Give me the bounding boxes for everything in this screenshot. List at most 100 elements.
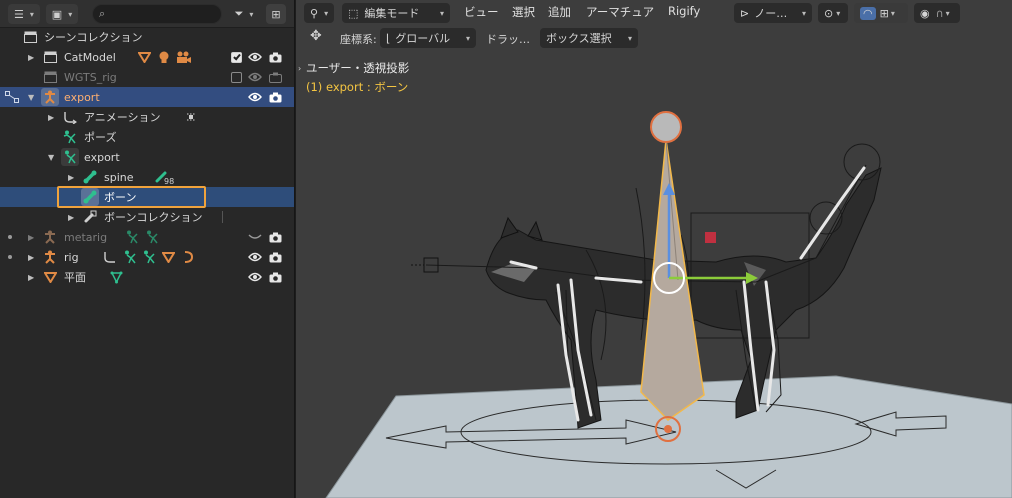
exclude-checkbox[interactable] <box>229 50 243 64</box>
bullet-dot <box>8 235 12 239</box>
menu-rigify[interactable]: Rigify <box>668 4 700 18</box>
render-camera-icon[interactable] <box>268 270 282 284</box>
tree-row-rig[interactable]: ▶ rig <box>0 247 294 267</box>
render-camera-icon[interactable] <box>268 70 282 84</box>
tool-settings-bar: ✥ 座標系: ⌊ グローバル ▾ ドラッ… ボックス選択 ▾ <box>296 26 1012 50</box>
render-camera-icon[interactable] <box>268 50 282 64</box>
render-camera-icon[interactable] <box>268 90 282 104</box>
render-camera-icon[interactable] <box>268 250 282 264</box>
nla-strip-icon <box>183 109 199 125</box>
move-gizmo-icon[interactable]: ✥ <box>310 28 322 44</box>
mesh-data-icon <box>108 269 124 285</box>
global-orientation-icon: ⌊ <box>386 31 391 45</box>
sidebar-toggle-icon[interactable]: › <box>298 64 301 73</box>
filter-scene-dropdown[interactable]: ▣ ▾ <box>46 4 78 24</box>
mode-dropdown[interactable]: ⬚ 編集モード ▾ <box>342 3 450 23</box>
armature-icon <box>41 88 59 106</box>
menu-add[interactable]: 追加 <box>548 4 571 20</box>
orientation-label: 座標系: <box>340 33 377 46</box>
tree-row-pose[interactable]: ポーズ <box>0 127 294 147</box>
active-object-label: (1) export : ボーン <box>306 80 409 94</box>
expand-arrow-icon[interactable]: ▶ <box>28 273 34 282</box>
new-collection-button[interactable]: ⊞ <box>266 4 286 24</box>
view-name-label: ユーザー・透視投影 <box>306 61 410 75</box>
collapse-arrow-icon[interactable]: ▼ <box>48 153 54 162</box>
tree-row-export-armature-data[interactable]: ▼ export <box>0 147 294 167</box>
filter-dropdown[interactable]: ⏷ ▾ <box>230 4 258 24</box>
mesh-triangle-icon <box>136 49 152 65</box>
render-camera-icon[interactable] <box>268 230 282 244</box>
armature-data-icon <box>144 229 160 245</box>
menu-select[interactable]: 選択 <box>512 4 535 20</box>
tree-row-wgts-rig[interactable]: WGTS_rig <box>0 67 294 87</box>
snap-dropdown[interactable]: ⊙ ▾ <box>818 3 848 23</box>
bone-collection-icon <box>82 209 98 225</box>
tree-row-bone-collections[interactable]: ▶ ボーンコレクション <box>0 207 294 227</box>
armature-icon <box>42 229 58 245</box>
collection-box-icon <box>42 49 58 65</box>
drag-action-dropdown[interactable]: ボックス選択 ▾ <box>540 28 638 48</box>
row-label: spine <box>104 170 134 184</box>
exclude-checkbox[interactable] <box>229 70 243 84</box>
expand-arrow-icon[interactable]: ▶ <box>28 253 34 262</box>
outliner-panel: ☰ ▾ ▣ ▾ ⌕ ⏷ ▾ ⊞ シーンコレクション ▶ CatModel WGT… <box>0 0 295 498</box>
mode-label: 編集モード <box>364 7 420 20</box>
menu-armature[interactable]: アーマチュア <box>586 4 654 20</box>
armature-data-icon <box>61 148 79 166</box>
eye-closed-icon[interactable] <box>248 230 262 244</box>
eye-icon[interactable] <box>248 270 262 284</box>
armature-data-icon <box>141 249 157 265</box>
animation-curve-icon <box>102 249 118 265</box>
pose-icon <box>62 129 78 145</box>
eye-icon[interactable] <box>248 90 262 104</box>
search-input[interactable]: ⌕ <box>92 4 222 24</box>
falloff-curve-icon[interactable]: ∩ <box>936 7 944 20</box>
bullet-dot <box>8 255 12 259</box>
edit-mode-icon: ⬚ <box>348 6 359 20</box>
grid-icon[interactable]: ⊞ <box>880 7 889 20</box>
viewport-header: ⚲ ▾ ⬚ 編集モード ▾ ビュー 選択 追加 アーマチュア Rigify ⊳ ノ… <box>296 0 1012 26</box>
proportional-edit-icon[interactable]: ◠ <box>860 6 876 20</box>
tree-row-spine-bone[interactable]: ▶ spine 98 <box>0 167 294 187</box>
expand-arrow-icon[interactable]: ▶ <box>68 173 74 182</box>
modifier-hook-icon <box>180 249 196 265</box>
collapse-arrow-icon[interactable]: ▼ <box>28 93 34 102</box>
eye-icon[interactable] <box>248 50 262 64</box>
proportional-edit-group[interactable]: ◠ ⊞ ▾ <box>854 3 908 23</box>
orientation-dropdown[interactable]: ⌊ グローバル ▾ <box>380 28 476 48</box>
falloff-group[interactable]: ◉ ∩ ▾ <box>914 3 960 23</box>
expand-arrow-icon[interactable]: ▶ <box>28 233 34 242</box>
tree-row-animation[interactable]: ▶ アニメーション <box>0 107 294 127</box>
tree-row-export-object[interactable]: ▼ export <box>0 87 294 107</box>
collection-box-icon <box>42 69 58 85</box>
display-mode-dropdown[interactable]: ☰ ▾ <box>8 4 40 24</box>
eye-icon[interactable] <box>248 70 262 84</box>
edit-mode-icon[interactable] <box>4 89 20 105</box>
editor-type-dropdown[interactable]: ⚲ ▾ <box>304 3 335 23</box>
pivot-dropdown[interactable]: ⊳ ノー… ▾ <box>734 3 812 23</box>
armature-icon <box>42 249 58 265</box>
3d-viewport[interactable]: ⚲ ▾ ⬚ 編集モード ▾ ビュー 選択 追加 アーマチュア Rigify ⊳ ノ… <box>296 0 1012 498</box>
light-bulb-icon <box>156 49 172 65</box>
menu-view[interactable]: ビュー <box>464 4 499 20</box>
drag-value: ボックス選択 <box>546 32 612 45</box>
separator <box>222 211 223 223</box>
row-label: rig <box>64 250 79 264</box>
expand-arrow-icon[interactable]: ▶ <box>28 53 34 62</box>
mesh-triangle-icon <box>160 249 176 265</box>
tree-row-scene-collection[interactable]: シーンコレクション <box>0 27 294 47</box>
row-label: WGTS_rig <box>64 70 117 84</box>
outliner-list-icon: ☰ <box>14 7 24 21</box>
tree-row-metarig[interactable]: ▶ metarig <box>0 227 294 247</box>
proportional-toggle-icon[interactable]: ◉ <box>920 7 930 20</box>
row-label: export <box>84 150 120 164</box>
expand-arrow-icon[interactable]: ▶ <box>68 213 74 222</box>
funnel-icon: ⏷ <box>234 7 244 20</box>
camera-icon <box>176 49 192 65</box>
tree-row-catmodel[interactable]: ▶ CatModel <box>0 47 294 67</box>
child-count-badge: 98 <box>164 177 175 186</box>
tree-row-plane[interactable]: ▶ 平面 <box>0 267 294 287</box>
control-marker[interactable] <box>705 232 716 243</box>
expand-arrow-icon[interactable]: ▶ <box>48 113 54 122</box>
eye-icon[interactable] <box>248 250 262 264</box>
